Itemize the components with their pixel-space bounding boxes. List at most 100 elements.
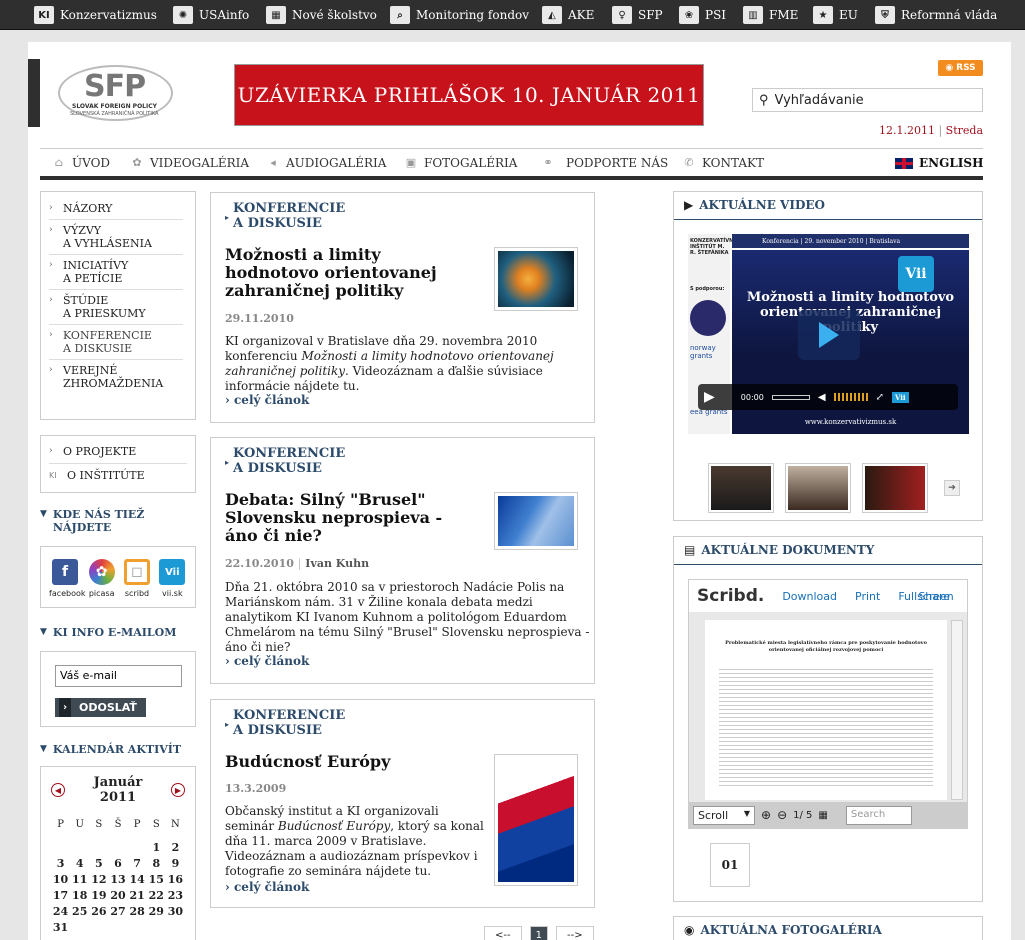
calendar-day[interactable]: 17 [51, 889, 70, 902]
calendar-day[interactable]: 29 [147, 905, 166, 918]
topbar-link-sfp[interactable]: ♀ SFP [612, 6, 663, 24]
print-link[interactable]: Print [855, 590, 880, 603]
topbar-link-fme[interactable]: ▥ FME [743, 6, 798, 24]
article-category[interactable]: ▸ KONFERENCIE A DISKUSIE [225, 708, 345, 738]
link-o-projekte[interactable]: › O PROJEKTE [49, 442, 187, 464]
nav-item-audiogaleria[interactable]: ◂ AUDIOGALÉRIA [266, 156, 386, 170]
calendar-day[interactable]: 15 [147, 873, 166, 886]
search-icon[interactable]: ⚲ [759, 93, 769, 108]
calendar-day[interactable]: 21 [128, 889, 147, 902]
read-more-link[interactable]: › celý článok [225, 393, 309, 407]
document-scrollbar[interactable] [951, 620, 963, 800]
topbar-link-psi[interactable]: ❀ PSI [679, 6, 726, 24]
deadline-banner[interactable]: UZÁVIERKA PRIHLÁŠOK 10. JANUÁR 2011 [234, 64, 704, 126]
english-link[interactable]: ENGLISH [895, 156, 983, 170]
calendar-day[interactable]: 2 [166, 841, 185, 854]
article-title[interactable]: Možnosti a limity hodnotovo orientovanej… [225, 246, 475, 300]
nav-item-videogaleria[interactable]: ✿ VIDEOGALÉRIA [130, 156, 249, 170]
zoom-out-icon[interactable]: ⊖ [777, 808, 787, 822]
calendar-day[interactable]: 14 [128, 873, 147, 886]
vii-link[interactable]: Vii vii.sk [158, 559, 187, 607]
article-title[interactable]: Budúcnosť Európy [225, 753, 475, 771]
read-more-link[interactable]: › celý článok [225, 880, 309, 894]
video-thumbnail[interactable] [708, 463, 774, 513]
facebook-link[interactable]: f facebook [49, 559, 86, 607]
topbar-link-eu[interactable]: ★ EU [813, 6, 858, 24]
article-category[interactable]: ▸ KONFERENCIE A DISKUSIE [225, 446, 345, 476]
calendar-day[interactable]: 27 [108, 905, 127, 918]
calendar-day[interactable]: 23 [166, 889, 185, 902]
calendar-day[interactable]: 13 [108, 873, 127, 886]
link-o-institute[interactable]: KI O INŠTITÚTE [49, 464, 187, 487]
calendar-day[interactable]: 16 [166, 873, 185, 886]
menu-item-studie[interactable]: › ŠTÚDIE A PRIESKUMY [49, 290, 183, 325]
zoom-in-icon[interactable]: ⊕ [761, 808, 771, 822]
submit-button[interactable]: › ODOSLAŤ [55, 697, 146, 717]
next-page-button[interactable]: --> [555, 926, 594, 940]
calendar-day[interactable]: 25 [70, 905, 89, 918]
search-input[interactable] [774, 92, 965, 108]
video-thumbnail[interactable] [785, 463, 851, 513]
picasa-link[interactable]: ✿ picasa [87, 559, 116, 607]
calendar-day[interactable]: 22 [147, 889, 166, 902]
calendar-day[interactable]: 10 [51, 873, 70, 886]
calendar-day[interactable]: 8 [147, 857, 166, 870]
prev-page-button[interactable]: <-- [484, 926, 522, 940]
scroll-mode-select[interactable]: Scroll ▼ [693, 805, 755, 825]
topbar-link-reformna-vlada[interactable]: ⛨ Reformná vláda [875, 6, 997, 24]
calendar-day[interactable]: 31 [51, 921, 70, 934]
play-button-icon[interactable]: ▶ [704, 389, 715, 405]
calendar-day[interactable]: 6 [108, 857, 127, 870]
calendar-day[interactable]: 7 [128, 857, 147, 870]
menu-item-nazory[interactable]: › NÁZORY [49, 198, 183, 220]
volume-icon[interactable]: ◀ [818, 392, 826, 403]
rss-button[interactable]: ◉ RSS [938, 60, 983, 76]
topbar-link-usainfo[interactable]: ✺ USAinfo [173, 6, 249, 24]
calendar-day[interactable]: 4 [70, 857, 89, 870]
nav-item-podporte-nas[interactable]: ⚭ PODPORTE NÁS [536, 156, 668, 170]
topbar-link-konzervatizmus[interactable]: KI Konzervatizmus [34, 6, 157, 24]
next-month-icon[interactable]: ▶ [171, 783, 185, 797]
menu-item-iniciativy[interactable]: › INICIATÍVY A PETÍCIE [49, 255, 183, 290]
topbar-link-nove-skolstvo[interactable]: ▦ Nové školstvo [266, 6, 377, 24]
grid-view-icon[interactable]: ▦ [818, 810, 827, 821]
share-link[interactable]: Share [918, 590, 950, 603]
seek-bar[interactable] [771, 394, 810, 400]
read-more-link[interactable]: › celý článok [225, 654, 309, 668]
scribd-link[interactable]: ◻ scribd [122, 559, 151, 607]
article-title[interactable]: Debata: Silný "Brusel" Slovensku neprosp… [225, 491, 475, 545]
calendar-day[interactable]: 28 [128, 905, 147, 918]
calendar-day[interactable]: 11 [70, 873, 89, 886]
calendar-day[interactable]: 30 [166, 905, 185, 918]
menu-item-verejne[interactable]: › VEREJNÉ ZHROMAŽDENIA [49, 360, 183, 394]
article-category[interactable]: ▸ KONFERENCIE A DISKUSIE [225, 201, 345, 231]
calendar-day[interactable]: 12 [89, 873, 108, 886]
article-thumbnail[interactable] [494, 754, 578, 886]
current-page[interactable]: 1 [529, 926, 548, 940]
video-player[interactable]: KONZERVATÍVNY INŠTITÚT M. R. ŠTEFÁNIKA S… [688, 234, 969, 434]
topbar-link-ake[interactable]: ◭ AKE [542, 6, 594, 24]
article-thumbnail[interactable] [494, 247, 578, 311]
next-thumbs-icon[interactable]: ➔ [944, 480, 960, 496]
nav-item-kontakt[interactable]: ✆ KONTAKT [682, 156, 764, 170]
topbar-link-monitoring-fondov[interactable]: ⌕ Monitoring fondov [390, 6, 529, 24]
calendar-day[interactable]: 19 [89, 889, 108, 902]
fullscreen-icon[interactable]: ⤢ [876, 392, 884, 403]
article-author[interactable]: Ivan Kuhn [305, 557, 369, 570]
calendar-day[interactable]: 26 [89, 905, 108, 918]
volume-bar[interactable] [833, 393, 868, 401]
menu-item-konferencie[interactable]: › KONFERENCIE A DISKUSIE [49, 325, 183, 360]
email-field[interactable] [55, 664, 182, 687]
download-link[interactable]: Download [782, 590, 837, 603]
video-thumbnail[interactable] [862, 463, 928, 513]
prev-month-icon[interactable]: ◀ [51, 783, 65, 797]
site-logo[interactable]: SFP SLOVAK FOREIGN POLICY SLOVENSKÁ ZAHR… [28, 59, 174, 127]
calendar-day[interactable]: 1 [147, 841, 166, 854]
calendar-day[interactable]: 18 [70, 889, 89, 902]
document-badge[interactable]: 01 [710, 843, 750, 887]
play-overlay[interactable] [798, 310, 860, 360]
nav-item-uvod[interactable]: ⌂ ÚVOD [52, 156, 110, 170]
document-page[interactable]: Problematické miesta legislatívneho rámc… [705, 620, 947, 800]
calendar-day[interactable]: 3 [51, 857, 70, 870]
document-search-input[interactable]: Search [845, 805, 912, 825]
